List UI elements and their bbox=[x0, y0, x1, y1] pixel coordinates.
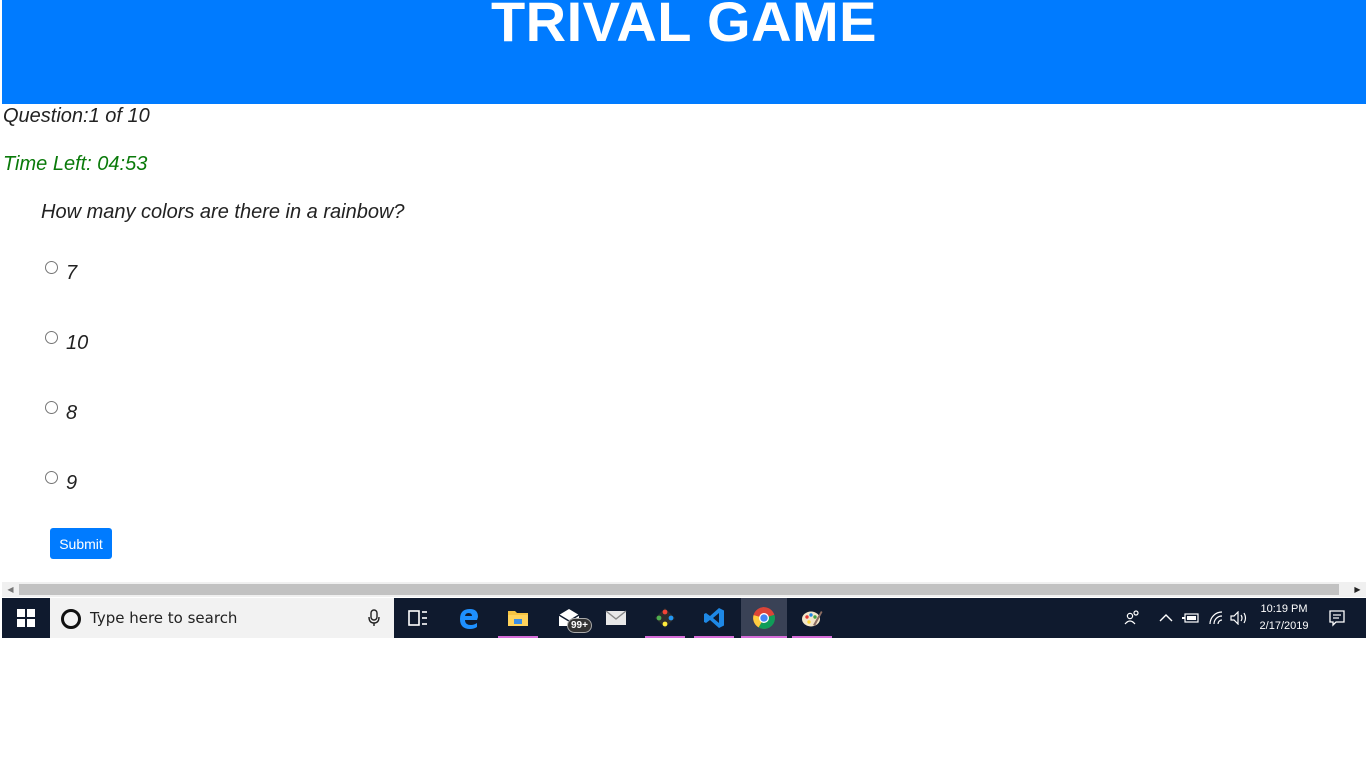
taskbar-search-box[interactable]: Type here to search bbox=[50, 598, 394, 638]
people-icon[interactable] bbox=[1120, 598, 1146, 638]
page-title: TRIVAL GAME bbox=[490, 0, 878, 53]
volume-icon[interactable] bbox=[1229, 598, 1249, 638]
cortana-icon[interactable] bbox=[61, 609, 81, 629]
answer-radio[interactable] bbox=[45, 261, 58, 274]
active-indicator bbox=[645, 636, 685, 638]
file-explorer-icon[interactable] bbox=[498, 598, 538, 638]
scrollbar-thumb[interactable] bbox=[19, 584, 1339, 595]
battery-icon[interactable] bbox=[1181, 598, 1201, 638]
wifi-icon[interactable] bbox=[1207, 598, 1227, 638]
windows-start-icon[interactable] bbox=[2, 598, 50, 638]
system-clock[interactable]: 10:19 PM 2/17/2019 bbox=[1250, 601, 1318, 635]
answer-radio[interactable] bbox=[45, 401, 58, 414]
notification-icon[interactable] bbox=[1324, 598, 1350, 638]
answer-label[interactable]: 9 bbox=[66, 471, 77, 495]
chevron-up-icon[interactable] bbox=[1157, 598, 1175, 638]
paint-icon[interactable] bbox=[792, 598, 832, 638]
active-indicator bbox=[741, 636, 787, 638]
question-text: How many colors are there in a rainbow? bbox=[41, 201, 405, 223]
mail-icon[interactable] bbox=[596, 598, 636, 638]
horizontal-scrollbar[interactable]: ◀ ▶ bbox=[2, 582, 1366, 597]
scroll-right-icon[interactable]: ▶ bbox=[1349, 582, 1366, 597]
answer-label[interactable]: 7 bbox=[66, 261, 77, 285]
chrome-icon[interactable] bbox=[741, 598, 787, 638]
mail-app-icon[interactable]: 99+ bbox=[549, 598, 592, 638]
vscode-icon[interactable] bbox=[694, 598, 734, 638]
active-indicator bbox=[792, 636, 832, 638]
git-icon[interactable] bbox=[645, 598, 685, 638]
page-header: TRIVAL GAME bbox=[2, 0, 1366, 104]
answer-label[interactable]: 10 bbox=[66, 331, 88, 355]
search-placeholder[interactable]: Type here to search bbox=[90, 609, 237, 627]
answer-radio[interactable] bbox=[45, 331, 58, 344]
clock-date[interactable]: 2/17/2019 bbox=[1250, 618, 1318, 635]
microphone-icon[interactable] bbox=[366, 609, 382, 627]
question-counter: Question:1 of 10 bbox=[3, 105, 150, 127]
scroll-left-icon[interactable]: ◀ bbox=[2, 582, 19, 597]
active-indicator bbox=[694, 636, 734, 638]
edge-icon[interactable] bbox=[449, 598, 489, 638]
clock-time[interactable]: 10:19 PM bbox=[1250, 601, 1318, 618]
mail-badge: 99+ bbox=[567, 618, 592, 633]
active-indicator bbox=[498, 636, 538, 638]
task-view-icon[interactable] bbox=[398, 598, 438, 638]
answer-label[interactable]: 8 bbox=[66, 401, 77, 425]
submit-button[interactable]: Submit bbox=[50, 528, 112, 559]
time-left: Time Left: 04:53 bbox=[3, 153, 148, 175]
taskbar: Type here to search 99+ 10:19 PM 2/17/20… bbox=[2, 598, 1366, 638]
answer-radio[interactable] bbox=[45, 471, 58, 484]
